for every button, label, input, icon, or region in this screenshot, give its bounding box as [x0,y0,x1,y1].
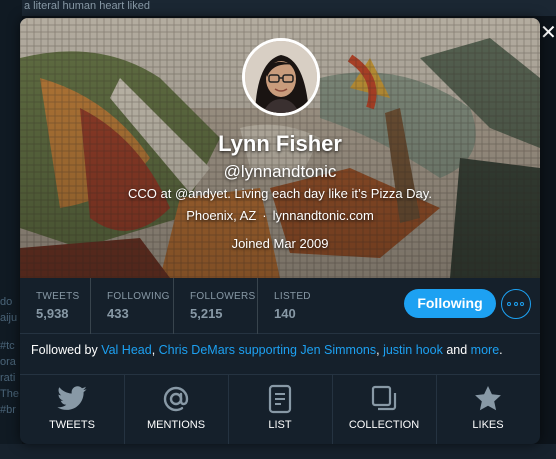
tab-list[interactable]: LIST [228,375,332,444]
tab-likes[interactable]: LIKES [436,375,540,444]
profile-meta: Phoenix, AZ · lynnandtonic.com [20,208,540,223]
tab-collection[interactable]: COLLECTION [332,375,436,444]
star-icon [475,386,501,411]
more-followers-link[interactable]: more [471,343,499,357]
stat-value: 5,938 [36,306,69,321]
and-text: and [446,343,468,357]
background-fragment: #br [0,404,16,416]
profile-handle[interactable]: @lynnandtonic [20,162,540,182]
dot [507,302,511,306]
dot [513,302,518,306]
background-fragment: ora [0,356,16,368]
stat-tweets[interactable]: TWEETS 5,938 [20,278,90,334]
avatar[interactable] [242,38,320,116]
period: . [499,343,503,357]
stat-followers[interactable]: FOLLOWERS 5,215 [173,278,257,334]
background-fragment: do [0,296,13,308]
stat-label: LISTED [274,291,311,302]
stat-label: TWEETS [36,291,80,302]
bird-icon [57,386,87,410]
followed-by-prefix: Followed by [31,343,98,357]
stat-following[interactable]: FOLLOWING 433 [90,278,173,334]
background-timeline-strip: a literal human heart liked [0,0,556,16]
follower-link[interactable]: justin hook [383,343,443,357]
avatar-photo [245,41,317,113]
profile-website-link[interactable]: lynnandtonic.com [273,208,374,223]
following-button[interactable]: Following [404,289,496,318]
collection-icon [371,385,397,411]
background-fragment: rati [0,372,16,384]
profile-name: Lynn Fisher [218,131,342,156]
profile-tabs: TWEETS MENTIONS LIST COLLECTION LIKES [20,374,540,444]
follower-link[interactable]: Val Head [101,343,152,357]
tab-label: LIST [268,419,292,431]
separator: · [262,208,267,223]
stat-listed[interactable]: LISTED 140 [257,278,327,334]
list-icon [268,384,292,414]
tab-label: COLLECTION [348,419,420,431]
background-fragment: aiju [0,312,18,324]
background-fragment: #tc [0,340,15,352]
stat-value: 140 [274,306,296,321]
followed-by-line: Followed by Val Head, Chris DeMars suppo… [31,343,531,357]
tab-tweets[interactable]: TWEETS [20,375,124,444]
tab-mentions[interactable]: MENTIONS [124,375,228,444]
stat-value: 5,215 [190,306,223,321]
profile-modal: Lynn Fisher @lynnandtonic CCO at @andyet… [20,18,540,444]
at-icon [163,386,189,412]
comma: , [376,343,380,357]
tab-label: TWEETS [49,419,95,431]
follower-link[interactable]: Chris DeMars supporting Jen Simmons [159,343,376,357]
background-left-column: do aiju #tc ora rati The #br [0,0,22,459]
profile-bio: CCO at @andyet. Living each day like it’… [128,186,432,201]
stat-label: FOLLOWERS [190,291,256,302]
stat-value: 433 [107,306,129,321]
background-text: a literal human heart liked [24,0,150,12]
tab-label: LIKES [472,419,504,431]
profile-joined-date: Joined Mar 2009 [231,236,329,251]
close-icon[interactable]: ✕ [540,22,556,44]
stat-label: FOLLOWING [107,291,170,302]
background-bottom-strip [0,444,556,459]
profile-location: Phoenix, AZ [186,208,257,223]
tab-label: MENTIONS [146,419,206,431]
dot [520,302,524,306]
comma: , [151,343,156,357]
background-fragment: The [0,388,19,400]
more-icon[interactable] [501,289,531,319]
